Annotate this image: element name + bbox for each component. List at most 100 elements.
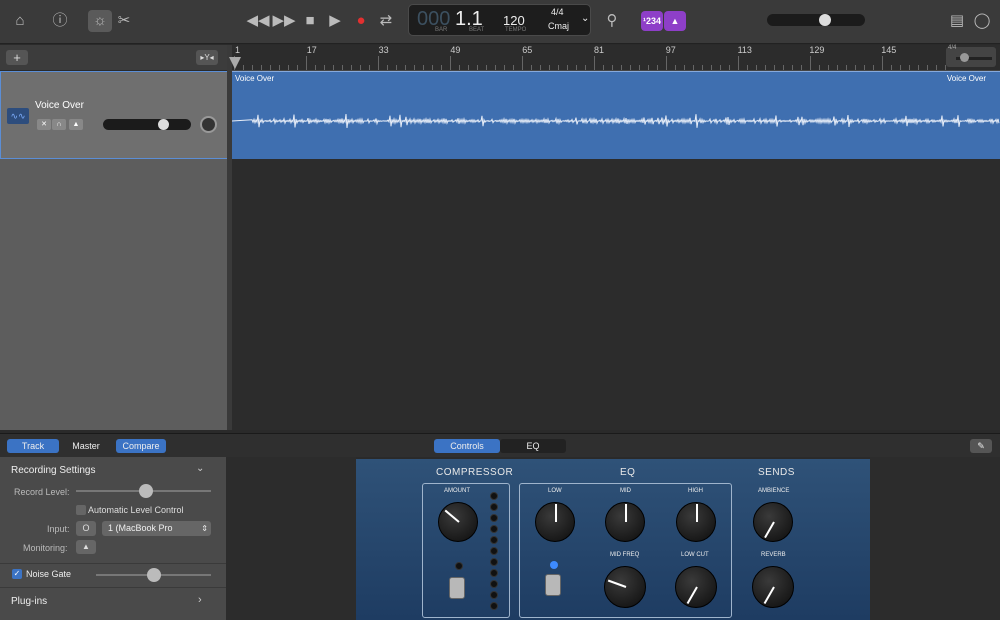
tuner-icon[interactable]: ⚲ [600,10,624,32]
mid-knob[interactable] [605,502,645,542]
ruler-tick [792,65,793,70]
ambience-label: AMBIENCE [758,488,790,494]
metronome-button[interactable]: ▲ [664,11,686,31]
count-in-button[interactable]: ¹234 [641,11,663,31]
ruler-tick [243,65,244,70]
ruler-tick [927,65,928,70]
ruler-tick [585,65,586,70]
low-cut-knob[interactable] [675,566,717,608]
ruler-tick [576,65,577,70]
zoom-slider[interactable]: 4/4 [946,45,996,67]
low-cut-label: LOW CUT [681,552,709,558]
ruler-tick [441,65,442,70]
pan-knob[interactable] [200,116,217,133]
scissors-icon[interactable]: ✂ [112,10,136,32]
mute-icon[interactable]: ✕ [37,119,51,130]
record-level-label: Record Level: [14,487,70,497]
ruler-tick [828,65,829,70]
meter-led [490,492,498,500]
help-icon[interactable]: ⓘ [48,10,72,32]
track-volume-knob[interactable] [158,119,170,130]
track-name[interactable]: Voice Over [35,100,84,111]
ruler-tick [477,65,478,70]
lcd-display[interactable]: 000 1.1 BAR BEAT 120 TEMPO 4/4 Cmaj ⌄ [408,4,591,36]
ruler-tick [450,56,451,70]
ruler-tick [819,65,820,70]
ruler-tick [756,65,757,70]
low-knob[interactable] [535,502,575,542]
library-icon[interactable]: ⌂ [8,10,32,32]
ruler-tick [639,65,640,70]
eq-toggle[interactable] [545,574,561,596]
input-channel-button[interactable]: O [76,521,96,536]
chevron-down-icon[interactable]: ⌄ [196,463,204,474]
chevron-down-icon[interactable]: ⌄ [581,13,589,24]
tab-master[interactable]: Master [60,439,112,453]
noise-gate-checkbox[interactable]: ✓ [12,569,22,579]
high-knob[interactable] [676,502,716,542]
ambience-knob[interactable] [753,502,793,542]
mid-label: MID [620,488,631,494]
zoom-knob[interactable] [960,53,969,62]
ruler-tick [306,56,307,70]
bar-label: BAR [435,27,448,33]
ruler-tick [846,65,847,70]
ruler-mark: 1 [235,45,241,55]
ruler-tick [630,65,631,70]
loops-icon[interactable]: ◯ [970,10,994,32]
tempo-label: TEMPO [505,27,527,33]
track-header[interactable]: ∿∿ Voice Over ✕ ∩ ▲ [0,71,227,159]
plugins-heading[interactable]: Plug-ins [11,596,237,607]
chevron-right-icon[interactable]: › [198,594,202,606]
mid-freq-knob[interactable] [604,566,646,608]
tab-track[interactable]: Track [7,439,59,453]
add-track-button[interactable]: + [6,50,28,65]
plugin-background-left [226,457,356,620]
ruler[interactable]: 1 17 33 49 65 81 97 113 129 145 4/4 [229,45,1000,71]
ruler-mark: 33 [378,45,389,55]
ruler-tick [513,65,514,70]
noise-gate-slider[interactable] [96,568,211,582]
forward-button[interactable]: ▶▶ [272,10,296,32]
track-volume-slider[interactable] [103,119,191,130]
ruler-tick [918,65,919,70]
monitoring-button[interactable]: ▲ [76,540,96,554]
headphones-icon[interactable]: ∩ [52,119,66,130]
compare-button[interactable]: Compare [116,439,166,453]
audio-region[interactable]: Voice Over Voice Over [232,71,1000,159]
filter-button[interactable]: ▸Y◂ [196,50,218,65]
ruler-mark: 49 [450,45,461,55]
ruler-tick [882,56,883,70]
input-monitor-icon[interactable]: ▲ [69,119,83,130]
ruler-mark: 81 [594,45,605,55]
record-level-slider[interactable] [76,484,211,498]
compressor-toggle[interactable] [449,577,465,599]
smart-controls-icon[interactable]: ☼ [88,10,112,32]
notepad-icon[interactable]: ▤ [945,10,969,32]
ruler-tick [378,56,379,70]
ruler-tick [369,65,370,70]
auto-level-checkbox[interactable] [76,505,86,515]
record-button[interactable]: ● [349,10,373,32]
master-volume-slider[interactable] [767,14,865,26]
ruler-tick [594,56,595,70]
tab-eq[interactable]: EQ [500,439,566,453]
rewind-button[interactable]: ◀◀ [246,10,270,32]
ruler-tick [702,65,703,70]
tab-controls[interactable]: Controls [434,439,500,453]
meter-led [490,514,498,522]
record-level-knob[interactable] [138,484,153,498]
play-button[interactable]: ▶ [323,10,347,32]
reverb-knob[interactable] [752,566,794,608]
empty-tracks-area[interactable] [232,159,1000,430]
input-select[interactable]: 1 (MacBook Pro ⇕ [102,521,211,536]
master-volume-knob[interactable] [818,14,831,26]
ruler-tick [711,65,712,70]
noise-gate-knob[interactable] [146,568,161,582]
pencil-icon[interactable]: ✎ [970,439,992,453]
stop-button[interactable]: ■ [298,10,322,32]
ruler-tick [540,65,541,70]
amount-knob[interactable] [438,502,478,542]
cycle-button[interactable]: ⇄ [374,10,398,32]
ruler-mark: 129 [809,45,825,55]
